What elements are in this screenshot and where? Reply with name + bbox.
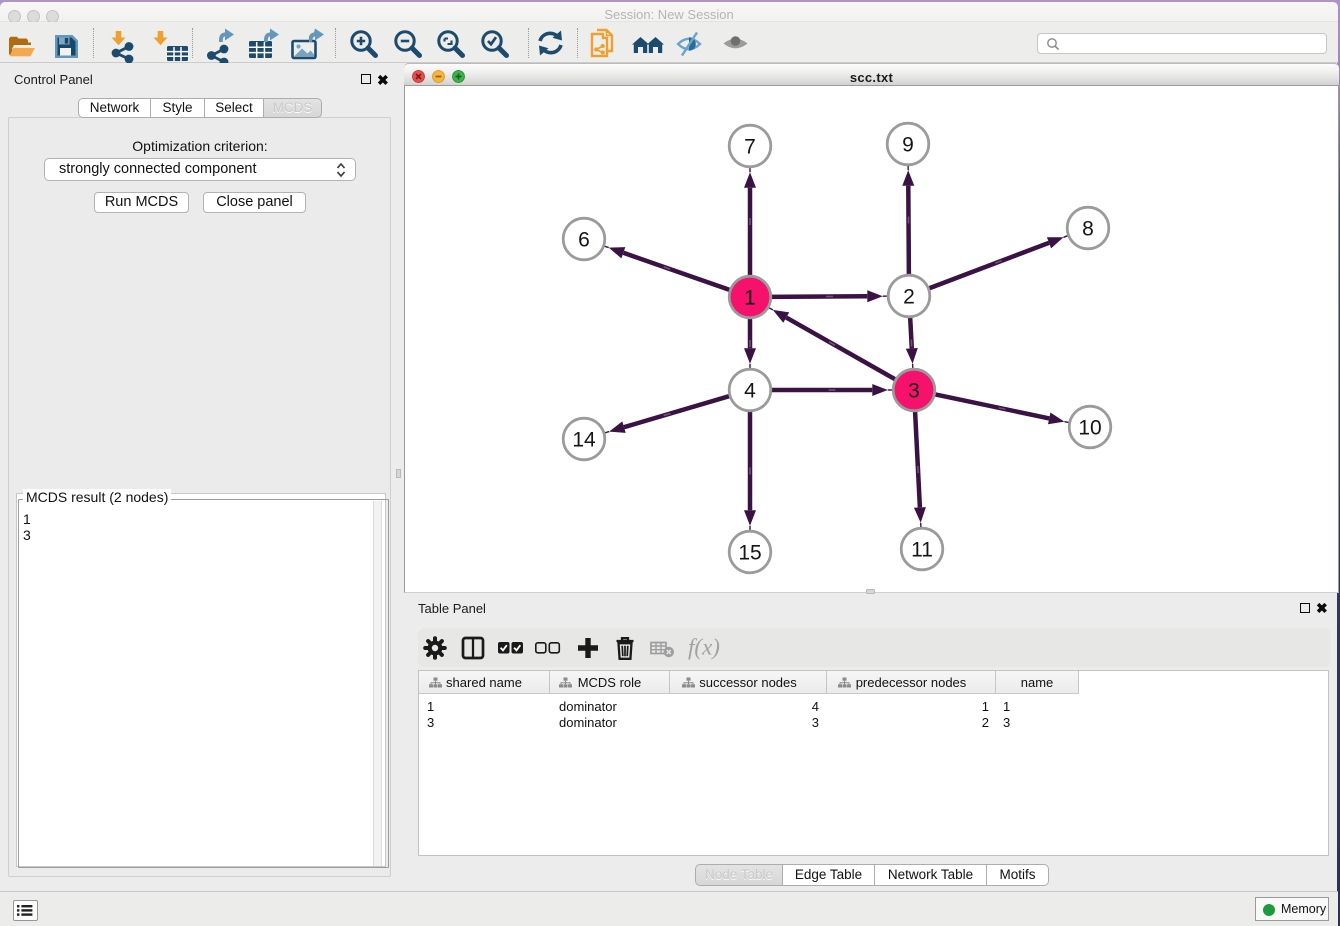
svg-text:9: 9 xyxy=(902,134,914,157)
svg-text:2: 2 xyxy=(903,286,915,309)
svg-text:10: 10 xyxy=(1078,417,1101,440)
svg-text:4: 4 xyxy=(744,380,756,403)
svg-text:11: 11 xyxy=(911,539,933,562)
svg-text:14: 14 xyxy=(572,429,596,452)
svg-text:f(x): f(x) xyxy=(688,635,720,660)
svg-text:6: 6 xyxy=(578,229,590,252)
svg-text:3: 3 xyxy=(908,380,920,403)
svg-text:1: 1 xyxy=(744,287,756,310)
svg-text:15: 15 xyxy=(738,542,761,565)
svg-text:7: 7 xyxy=(744,136,756,159)
svg-text:8: 8 xyxy=(1082,218,1094,241)
